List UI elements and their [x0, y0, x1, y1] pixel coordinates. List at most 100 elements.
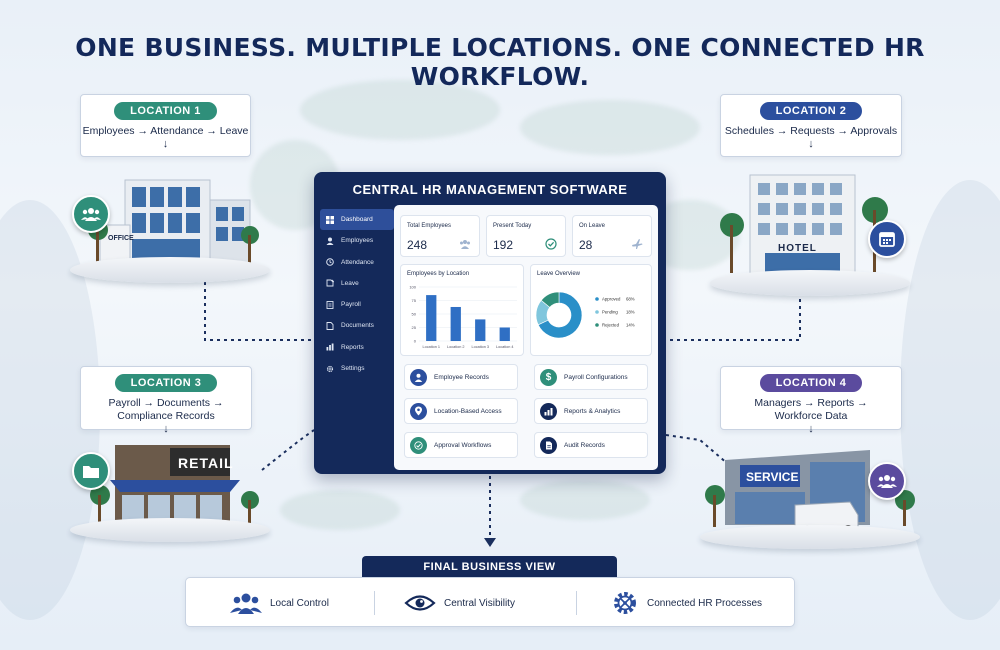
- settings-icon: [326, 365, 334, 372]
- nav-item-reports[interactable]: Reports: [320, 337, 394, 358]
- final-label: Connected HR Processes: [647, 597, 763, 609]
- nav-item-dashboard[interactable]: Dashboard: [320, 209, 394, 230]
- bar-chart-icon: [540, 402, 557, 420]
- nav-label: Dashboard: [341, 216, 373, 223]
- location-1-text: Employees → Attendance → Leave: [82, 125, 249, 137]
- people-icon: [230, 593, 262, 614]
- feature-payroll-configurations[interactable]: $ Payroll Configurations: [534, 364, 648, 390]
- sidebar-nav: Dashboard Employees Attendance Leave Pay…: [320, 209, 394, 379]
- legend-label: Approved: [602, 297, 621, 302]
- legend-swatch: [595, 310, 599, 314]
- calendar-icon: [868, 220, 906, 258]
- pin-icon: [410, 402, 427, 420]
- final-item-local-control: Local Control: [230, 578, 329, 628]
- team-icon: [868, 462, 906, 500]
- location-2-arrow: ↓: [808, 138, 814, 150]
- feature-label: Employee Records: [434, 373, 489, 381]
- legend-value: 18%: [626, 310, 635, 315]
- final-business-view-title: FINAL BUSINESS VIEW: [362, 556, 617, 579]
- location-2-pill: LOCATION 2: [759, 102, 863, 120]
- bar-chart-svg: 100 75 50 25 0 Location 1 Location 2 Location 3…: [409, 285, 517, 349]
- bar: [450, 306, 461, 341]
- feature-location-based-access[interactable]: Location-Based Access: [404, 398, 518, 424]
- stat-value: 192: [493, 238, 514, 252]
- connector-loc1: [204, 282, 314, 341]
- final-item-connected-hr-processes: Connected HR Processes: [611, 578, 762, 628]
- final-label: Local Control: [270, 597, 329, 609]
- stat-value: 28: [579, 238, 593, 252]
- location-1-pill: LOCATION 1: [114, 102, 217, 120]
- office-sign: OFFICE: [108, 235, 134, 242]
- legend-swatch: [595, 297, 599, 301]
- location-4-card: LOCATION 4 Managers → Reports → Workforc…: [720, 366, 902, 435]
- location-3-text-2: Compliance Records: [117, 410, 215, 422]
- nav-item-payroll[interactable]: Payroll: [320, 294, 394, 315]
- stat-label: Present Today: [493, 223, 532, 229]
- legend-label: Pending: [602, 310, 618, 315]
- feature-audit-records[interactable]: Audit Records: [534, 432, 648, 458]
- y-tick-label: 100: [409, 285, 416, 290]
- users-icon: [460, 240, 470, 249]
- stat-label: On Leave: [579, 223, 606, 229]
- y-tick-label: 50: [412, 312, 417, 317]
- nav-item-documents[interactable]: Documents: [320, 315, 394, 336]
- person-icon: [410, 368, 427, 386]
- nav-label: Settings: [341, 365, 365, 373]
- plane-icon: [632, 239, 643, 249]
- service-sign: SERVICE: [746, 470, 799, 484]
- location-4-text-2: Workforce Data: [774, 410, 848, 422]
- nav-label: Employees: [341, 237, 374, 245]
- feature-label: Approval Workflows: [434, 441, 492, 449]
- legend-value: 68%: [626, 297, 635, 302]
- dashboard-content: Total Employees 248 Present Today 192 On…: [394, 205, 658, 470]
- folder-icon: [72, 452, 110, 490]
- nav-item-leave[interactable]: Leave: [320, 273, 394, 294]
- central-title: CENTRAL HR MANAGEMENT SOFTWARE: [352, 182, 628, 197]
- y-tick-label: 75: [412, 298, 417, 303]
- final-item-central-visibility: Central Visibility: [404, 578, 515, 628]
- retail-sign: RETAIL: [178, 455, 234, 471]
- nav-item-employees[interactable]: Employees: [320, 230, 394, 251]
- central-hr-panel: CENTRAL HR MANAGEMENT SOFTWARE Dashboard…: [314, 172, 666, 474]
- location-1-arrow: ↓: [162, 138, 169, 150]
- documents-icon: [326, 322, 334, 330]
- network-gear-icon: [614, 592, 636, 614]
- x-tick-label: Location 1: [422, 345, 440, 349]
- location-3-card: LOCATION 3 Payroll → Documents → Complia…: [80, 366, 252, 435]
- eye-icon: [404, 595, 436, 611]
- feature-approval-workflows[interactable]: Approval Workflows: [404, 432, 518, 458]
- dashboard-icon: [326, 215, 334, 224]
- stat-value: 248: [407, 238, 428, 252]
- donut-chart-svg: Approved 68% Pending 18% Rejected 14%: [535, 291, 635, 339]
- location-4-text: Managers → Reports →: [754, 397, 868, 409]
- location-3-text: Payroll → Documents →: [108, 397, 224, 409]
- bar: [499, 327, 510, 341]
- x-tick-label: Location 4: [496, 345, 514, 349]
- connector-final-arrow: [484, 538, 496, 547]
- y-tick-label: 25: [412, 325, 417, 330]
- feature-reports-analytics[interactable]: Reports & Analytics: [534, 398, 648, 424]
- nav-item-attendance[interactable]: Attendance: [320, 252, 394, 273]
- stat-total-employees: Total Employees 248: [400, 215, 480, 257]
- legend-value: 14%: [626, 323, 635, 328]
- stat-label: Total Employees: [407, 223, 452, 229]
- nav-item-settings[interactable]: Settings: [320, 358, 394, 379]
- location-4-pill: LOCATION 4: [759, 374, 863, 392]
- check-circle-icon: [545, 238, 557, 250]
- feature-label: Payroll Configurations: [564, 373, 628, 381]
- hotel-sign: HOTEL: [778, 243, 817, 254]
- feature-label: Audit Records: [564, 441, 605, 449]
- check-icon: [410, 436, 427, 454]
- feature-employee-records[interactable]: Employee Records: [404, 364, 518, 390]
- stat-on-leave: On Leave 28: [572, 215, 652, 257]
- bar: [426, 295, 437, 341]
- reports-icon: [326, 343, 334, 351]
- location-2-card: LOCATION 2 Schedules → Requests → Approv…: [720, 94, 902, 157]
- nav-label: Attendance: [341, 258, 374, 266]
- dollar-icon: $: [540, 368, 557, 386]
- document-icon: [540, 436, 557, 454]
- bar: [475, 319, 486, 341]
- final-business-view: Local Control Central Visibility Connect…: [185, 577, 795, 627]
- leave-overview-chart: Leave Overview Approved 68% Pending 18% Reje…: [530, 264, 652, 356]
- divider: [374, 591, 375, 615]
